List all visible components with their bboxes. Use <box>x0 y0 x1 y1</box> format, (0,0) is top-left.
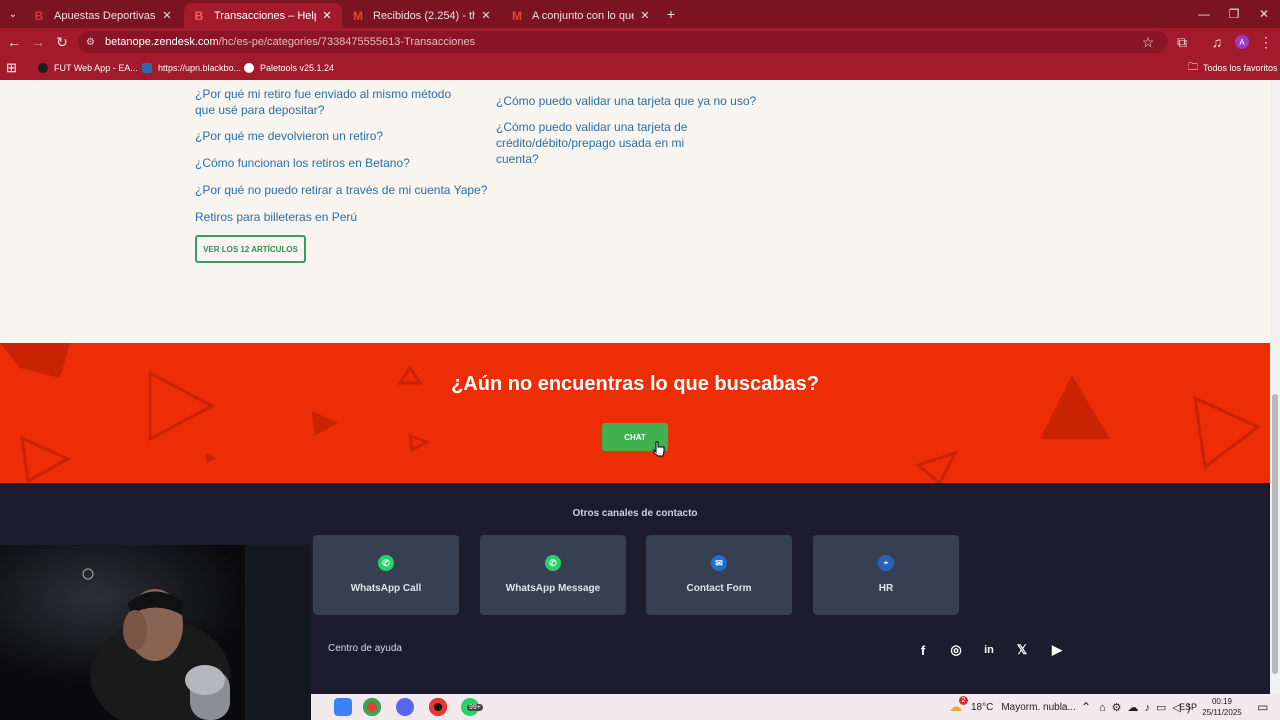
whatsapp-call-card[interactable]: ✆ WhatsApp Call <box>313 535 459 615</box>
folder-icon: 🗀 <box>1188 61 1198 73</box>
close-window-icon[interactable]: ✕ <box>1248 0 1280 28</box>
gmail-icon: M <box>353 8 363 23</box>
banner-title: ¿Aún no encuentras lo que buscabas? <box>451 373 819 395</box>
obs-icon[interactable] <box>429 698 447 716</box>
youtube-icon[interactable]: ▶ <box>1048 641 1066 659</box>
fut-icon <box>38 63 48 73</box>
minimize-icon[interactable]: — <box>1188 0 1220 28</box>
whatsapp-icon: ✆ <box>378 555 394 571</box>
see-all-articles-button[interactable]: VER LOS 12 ARTÍCULOS <box>195 235 306 263</box>
linkedin-icon[interactable]: in <box>980 641 998 659</box>
weather-widget[interactable]: ☁ 2 18°C Mayorm. nubla... <box>949 694 1076 720</box>
article-link[interactable]: ¿Cómo puedo validar una tarjeta de crédi… <box>496 119 726 167</box>
mail-icon: ✉ <box>711 555 727 571</box>
contact-form-card[interactable]: ✉ Contact Form <box>646 535 792 615</box>
contact-banner: ¿Aún no encuentras lo que buscabas? CHAT <box>0 343 1270 483</box>
reload-button[interactable]: ↻ <box>48 28 76 56</box>
contact-channels-title: Otros canales de contacto <box>572 508 698 519</box>
facebook-icon[interactable]: f <box>914 641 932 659</box>
webcam-overlay <box>0 545 311 720</box>
bookmark-star-icon[interactable]: ☆ <box>1134 28 1162 56</box>
url-host: betanope.zendesk.com <box>104 36 219 48</box>
tab-recibidos[interactable]: M Recibidos (2.254) - thekidtorres ✕ <box>343 3 501 28</box>
x-icon[interactable]: 𝕏 <box>1013 641 1031 659</box>
betano-icon: B <box>194 8 204 23</box>
mouse-cursor <box>653 441 665 457</box>
browser-tab-strip: ⌄ B Apuestas Deportivas - Casa de ✕ B Tr… <box>0 0 1280 28</box>
scrollbar-thumb[interactable] <box>1272 394 1278 674</box>
bookmark-fut[interactable]: FUT Web App - EA... <box>38 56 138 80</box>
all-favorites[interactable]: 🗀 Todos los favoritos <box>1188 56 1278 80</box>
bookmark-paletools[interactable]: Paletools v25.1.24 <box>244 56 334 80</box>
discord-icon[interactable] <box>396 698 414 716</box>
betano-icon: B <box>34 8 44 23</box>
article-link[interactable]: ¿Por qué mi retiro fue enviado al mismo … <box>195 86 470 118</box>
media-control-icon[interactable]: ♫ <box>1203 28 1231 56</box>
hr-card[interactable]: ◓ HR <box>813 535 959 615</box>
notifications-icon[interactable]: ▭ <box>1257 694 1268 720</box>
close-icon[interactable]: ✕ <box>160 9 174 22</box>
chevron-up-icon[interactable]: ⌃ <box>1081 694 1091 720</box>
instagram-icon[interactable]: ◎ <box>947 641 965 659</box>
article-link[interactable]: ¿Por qué no puedo retirar a través de mi… <box>195 182 487 198</box>
tab-conjunto[interactable]: M A conjunto con lo que has com ✕ <box>502 3 660 28</box>
clock[interactable]: 00:19 25/11/2025 <box>1201 694 1243 720</box>
apps-grid-icon[interactable]: ⊞ <box>6 56 17 80</box>
weather-icon: ☁ 2 <box>949 696 968 715</box>
paletools-icon <box>244 63 254 73</box>
language-indicator[interactable]: ESP <box>1179 694 1197 720</box>
tab-transacciones[interactable]: B Transacciones – Help Center ✕ <box>184 3 342 28</box>
close-icon[interactable]: ✕ <box>638 9 652 22</box>
article-link[interactable]: Retiros para billeteras en Perú <box>195 209 357 225</box>
tab-search-button[interactable]: ⌄ <box>2 0 24 28</box>
url-path: /hc/es-pe/categories/7338475555613-Trans… <box>218 36 476 48</box>
whatsapp-message-card[interactable]: ✆ WhatsApp Message <box>480 535 626 615</box>
restore-icon[interactable]: ❐ <box>1218 0 1250 28</box>
address-bar[interactable]: ⚙ betanope.zendesk.com /hc/es-pe/categor… <box>78 31 1168 53</box>
new-tab-button[interactable]: + <box>657 0 685 28</box>
menu-icon[interactable]: ⋮ <box>1252 28 1280 56</box>
webcam-feed <box>0 545 311 720</box>
blackboard-icon <box>142 63 152 73</box>
banner-pattern <box>0 343 1261 483</box>
browser-toolbar: ← → ↻ ⚙ betanope.zendesk.com /hc/es-pe/c… <box>0 28 1280 56</box>
gmail-icon: M <box>512 8 522 23</box>
windows-taskbar: 99+ ☁ 2 18°C Mayorm. nubla... ⌃ ⌂⚙☁♪▭◁) E… <box>311 694 1280 720</box>
tab-apuestas[interactable]: B Apuestas Deportivas - Casa de ✕ <box>24 3 182 28</box>
chrome-icon[interactable] <box>363 698 381 716</box>
help-center-link[interactable]: Centro de ayuda <box>328 643 402 654</box>
article-link[interactable]: ¿Cómo puedo validar una tarjeta que ya n… <box>496 93 756 109</box>
bookmark-blackboard[interactable]: https://upn.blackbo... <box>142 56 241 80</box>
app-icon[interactable] <box>334 698 352 716</box>
whatsapp-icon[interactable]: 99+ <box>461 698 483 716</box>
extensions-icon[interactable]: ⧉ <box>1168 28 1196 56</box>
article-link[interactable]: ¿Cómo funcionan los retiros en Betano? <box>195 155 410 171</box>
bookmarks-bar: ⊞ FUT Web App - EA... https://upn.blackb… <box>0 56 1280 80</box>
article-link[interactable]: ¿Por qué me devolvieron un retiro? <box>195 128 383 144</box>
close-icon[interactable]: ✕ <box>479 9 493 22</box>
page-scrollbar[interactable] <box>1270 80 1280 694</box>
site-info-icon[interactable]: ⚙ <box>86 37 95 48</box>
whatsapp-icon: ✆ <box>545 555 561 571</box>
hr-icon: ◓ <box>878 555 894 571</box>
close-icon[interactable]: ✕ <box>320 9 334 22</box>
